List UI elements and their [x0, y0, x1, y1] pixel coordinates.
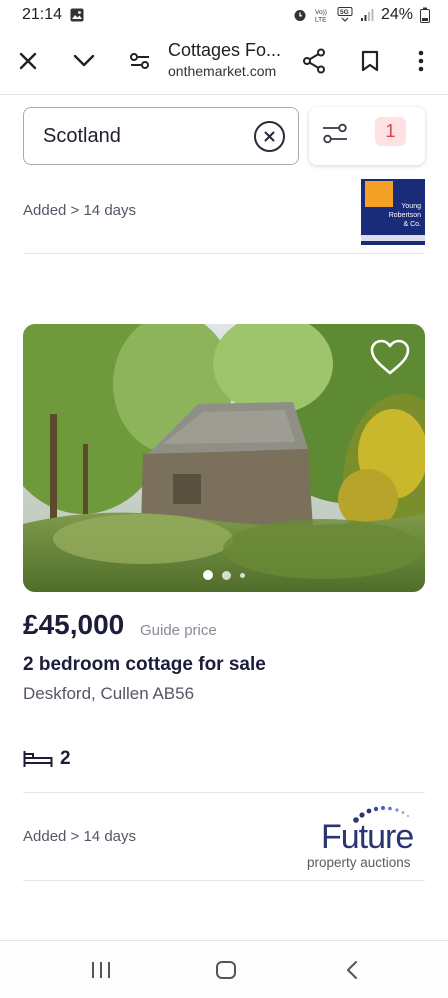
listing-title[interactable]: 2 bedroom cottage for sale	[23, 654, 266, 676]
agent-logo-name: Future	[321, 818, 414, 856]
listing-divider	[23, 792, 425, 793]
agent-logo[interactable]: Future property auctions	[306, 803, 426, 873]
battery-icon	[420, 7, 430, 23]
share-button[interactable]	[297, 44, 331, 78]
filter-icon	[323, 123, 347, 144]
bookmark-button[interactable]	[353, 44, 387, 78]
back-button[interactable]	[337, 957, 367, 983]
bed-icon	[23, 751, 53, 767]
listing-added-date: Added > 14 days	[23, 828, 137, 845]
recent-apps-icon	[92, 962, 110, 978]
gallery-notification-icon	[70, 8, 84, 22]
share-icon	[303, 48, 325, 74]
filters-button[interactable]: 1	[309, 107, 425, 165]
bookmark-icon	[361, 50, 379, 72]
agent-logo-text: Young Robertson & Co.	[388, 203, 421, 228]
svg-text:5G: 5G	[340, 9, 349, 16]
system-navigation-bar	[0, 941, 448, 998]
page-domain: onthemarket.com	[168, 63, 277, 79]
status-bar: 21:14 Vo)) LTE 5G 24%	[0, 0, 448, 30]
listing-divider	[23, 253, 425, 254]
photo-carousel-indicator	[23, 570, 425, 580]
back-icon	[347, 961, 357, 979]
agent-logo-tagline: property auctions	[307, 855, 411, 870]
clear-search-button[interactable]	[254, 121, 285, 152]
agent-logo-strip	[361, 235, 425, 241]
volte-icon: Vo)) LTE	[314, 7, 330, 23]
close-icon	[264, 131, 275, 142]
site-settings-button[interactable]	[123, 44, 157, 78]
agent-logo[interactable]: Young Robertson & Co.	[361, 179, 425, 245]
minimize-button[interactable]	[67, 44, 101, 78]
bedroom-count: 2	[23, 748, 71, 770]
battery-percent: 24%	[380, 6, 413, 23]
alarm-icon	[293, 8, 307, 22]
more-vertical-icon	[418, 50, 424, 72]
location-search-input[interactable]: Scotland	[23, 107, 299, 165]
close-tab-button[interactable]	[11, 44, 45, 78]
save-favourite-button[interactable]	[369, 338, 411, 378]
listing-photo[interactable]	[23, 324, 425, 592]
heart-icon	[370, 339, 410, 375]
listing-photo-image	[23, 324, 425, 592]
carousel-dot[interactable]	[203, 570, 213, 580]
carousel-dot[interactable]	[240, 572, 245, 578]
url-display[interactable]: Cottages Fo... onthemarket.com	[168, 40, 288, 79]
price-qualifier: Guide price	[140, 622, 217, 639]
listing-price[interactable]: £45,000	[23, 609, 124, 641]
page-title: Cottages Fo...	[168, 40, 282, 60]
browser-toolbar: Cottages Fo... onthemarket.com	[0, 30, 448, 92]
home-button[interactable]	[211, 957, 241, 983]
recent-apps-button[interactable]	[86, 957, 116, 983]
5g-icon: 5G	[337, 7, 353, 23]
signal-icon	[360, 8, 374, 22]
listing-added-date: Added > 14 days	[23, 202, 137, 219]
bedroom-count-value: 2	[60, 748, 71, 769]
tune-icon	[130, 53, 149, 69]
more-options-button[interactable]	[404, 44, 438, 78]
location-search-value: Scotland	[43, 124, 121, 147]
active-filter-count-badge: 1	[375, 117, 406, 146]
carousel-dot[interactable]	[222, 570, 231, 580]
chevron-down-icon	[73, 54, 95, 67]
close-icon	[19, 52, 37, 70]
home-icon	[216, 961, 236, 979]
listing-divider	[23, 880, 425, 881]
toolbar-divider	[0, 94, 448, 95]
listing-address: Deskford, Cullen AB56	[23, 684, 195, 703]
svg-text:Vo)): Vo))	[315, 9, 327, 16]
svg-text:LTE: LTE	[315, 17, 327, 24]
status-time: 21:14	[22, 6, 63, 23]
